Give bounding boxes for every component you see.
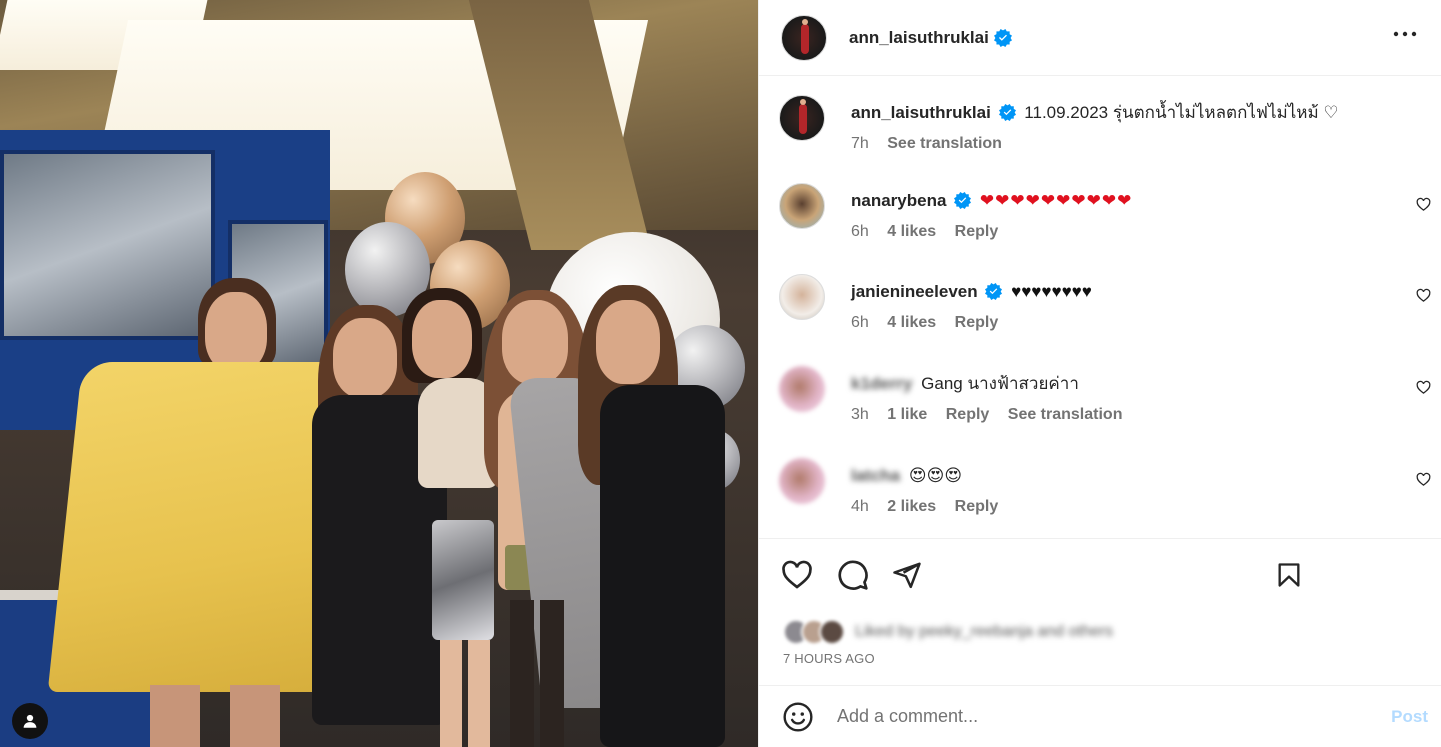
caption-body: รุ่นตกน้ำไม่ไหลตกไฟไม่ไหม้ ♡ xyxy=(1112,103,1339,122)
comment-username[interactable]: janienineeleven xyxy=(851,282,978,301)
more-options-button[interactable] xyxy=(1390,22,1420,46)
comment-body: ♥♥♥♥♥♥♥♥ xyxy=(1011,282,1092,301)
see-translation-link[interactable]: See translation xyxy=(1008,406,1123,423)
comment-username[interactable]: k1derry xyxy=(851,372,912,396)
comment-text: janienineeleven ♥♥♥♥♥♥♥♥ xyxy=(851,280,1092,304)
commenter-avatar[interactable] xyxy=(779,274,825,320)
comment-meta: 4h 2 likes Reply xyxy=(851,498,1012,516)
comment-likes[interactable]: 4 likes xyxy=(887,223,936,240)
author-username[interactable]: ann_laisuthruklai xyxy=(849,28,989,48)
comment-row: k1derry Gang นางฟ้าสวยค่าา 3h 1 like Rep… xyxy=(779,366,1431,436)
caption-meta: 7h See translation xyxy=(851,135,1016,153)
caption-date: 11.09.2023 xyxy=(1024,103,1109,122)
reply-button[interactable]: Reply xyxy=(955,314,999,331)
comment-text: k1derry Gang นางฟ้าสวยค่าา xyxy=(851,372,1079,396)
emoji-button[interactable] xyxy=(781,700,815,734)
comments-list[interactable]: ann_laisuthruklai 11.09.2023 รุ่นตกน้ำไม… xyxy=(759,77,1441,538)
share-button[interactable] xyxy=(889,557,925,593)
comment-row: janienineeleven ♥♥♥♥♥♥♥♥ 6h 4 likes Repl… xyxy=(779,274,1431,344)
commenter-avatar[interactable] xyxy=(779,458,825,504)
comment-like-icon[interactable] xyxy=(1416,472,1431,487)
reply-button[interactable]: Reply xyxy=(955,498,999,515)
comment-meta: 6h 4 likes Reply xyxy=(851,223,1012,241)
reply-button[interactable]: Reply xyxy=(946,406,990,423)
comment-body: ❤❤❤❤❤❤❤❤❤❤ xyxy=(979,191,1133,210)
comment-row: latcha 😍😍😍 4h 2 likes Reply xyxy=(779,458,1431,528)
post-actions: Liked by peeky_reebanja and others 7 HOU… xyxy=(759,538,1441,685)
post-timestamp: 7 HOURS AGO xyxy=(783,651,875,666)
photo-cabinet-glass xyxy=(0,150,215,340)
save-button[interactable] xyxy=(1271,557,1307,593)
comment-row: nanarybena ❤❤❤❤❤❤❤❤❤❤ 6h 4 likes Reply xyxy=(779,183,1431,253)
add-comment-bar: Add a comment... Post xyxy=(759,685,1441,747)
comment-text: latcha 😍😍😍 xyxy=(851,464,962,488)
verified-badge-icon xyxy=(954,191,972,209)
comment-button[interactable] xyxy=(835,557,871,593)
reply-button[interactable]: Reply xyxy=(955,223,999,240)
more-options-icon xyxy=(1393,31,1417,37)
comment-meta: 6h 4 likes Reply xyxy=(851,314,1012,332)
bookmark-icon xyxy=(1278,563,1300,587)
comment-username[interactable]: latcha xyxy=(851,464,900,488)
post-header: ann_laisuthruklai xyxy=(759,0,1441,76)
comment-like-icon[interactable] xyxy=(1416,288,1431,303)
comment-like-icon[interactable] xyxy=(1416,197,1431,212)
caption-username[interactable]: ann_laisuthruklai xyxy=(851,103,991,122)
comment-body: 😍😍😍 xyxy=(908,466,963,485)
post-side-panel: ann_laisuthruklai ann_laisuthruklai 11.0… xyxy=(758,0,1441,747)
post-comment-button[interactable]: Post xyxy=(1391,707,1428,727)
comment-likes[interactable]: 1 like xyxy=(887,406,927,423)
liker-avatar xyxy=(819,619,845,645)
comment-time[interactable]: 6h xyxy=(851,223,869,240)
commenter-avatar[interactable] xyxy=(779,183,825,229)
comment-icon xyxy=(838,560,868,590)
author-avatar[interactable] xyxy=(781,14,827,61)
liked-by-line[interactable]: Liked by peeky_reebanja and others xyxy=(783,617,1113,647)
share-icon xyxy=(893,562,921,589)
comment-meta: 3h 1 like Reply See translation xyxy=(851,406,1136,424)
verified-badge-icon xyxy=(993,28,1012,47)
heart-icon xyxy=(782,560,812,589)
comment-likes[interactable]: 2 likes xyxy=(887,498,936,515)
author-avatar[interactable] xyxy=(779,95,825,141)
comment-likes[interactable]: 4 likes xyxy=(887,314,936,331)
verified-badge-icon xyxy=(985,282,1003,300)
comment-time[interactable]: 3h xyxy=(851,406,869,423)
verified-badge-icon xyxy=(998,103,1016,121)
liked-by-text[interactable]: Liked by peeky_reebanja and others xyxy=(855,623,1113,641)
comment-text: nanarybena ❤❤❤❤❤❤❤❤❤❤ xyxy=(851,189,1132,213)
see-translation-link[interactable]: See translation xyxy=(887,135,1002,152)
comment-input[interactable]: Add a comment... xyxy=(837,706,1391,727)
caption-time[interactable]: 7h xyxy=(851,135,869,152)
like-button[interactable] xyxy=(779,557,815,593)
comment-like-icon[interactable] xyxy=(1416,380,1431,395)
comment-username[interactable]: nanarybena xyxy=(851,191,946,210)
caption-text: ann_laisuthruklai 11.09.2023 รุ่นตกน้ำไม… xyxy=(851,101,1339,125)
user-tag-icon xyxy=(23,714,37,728)
caption-row: ann_laisuthruklai 11.09.2023 รุ่นตกน้ำไม… xyxy=(779,95,1429,165)
post-photo[interactable] xyxy=(0,0,758,747)
comment-time[interactable]: 4h xyxy=(851,498,869,515)
comment-body: Gang นางฟ้าสวยค่าา xyxy=(921,374,1079,393)
comment-time[interactable]: 6h xyxy=(851,314,869,331)
emoji-icon xyxy=(783,701,813,732)
commenter-avatar[interactable] xyxy=(779,366,825,412)
user-tag-button[interactable] xyxy=(12,703,48,739)
